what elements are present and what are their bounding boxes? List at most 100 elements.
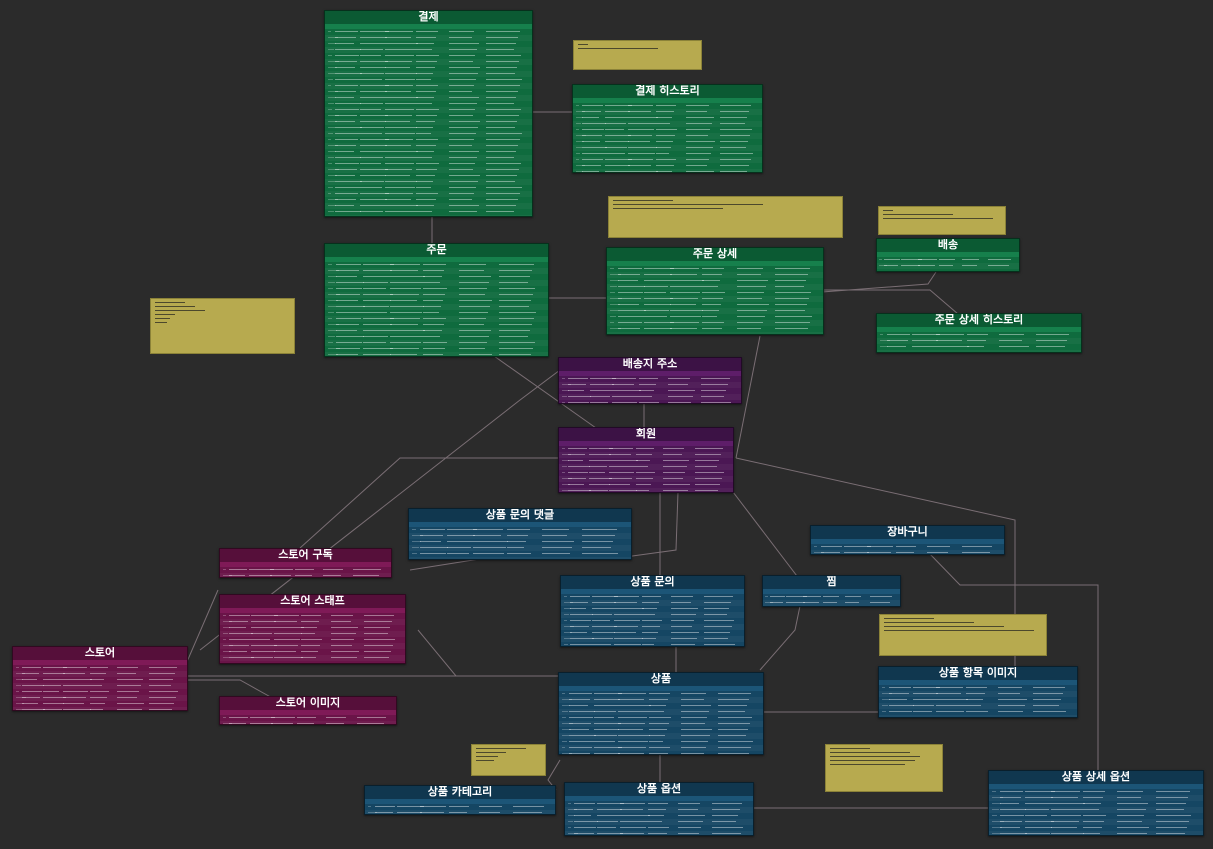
cell-text (720, 159, 751, 160)
cell-text (1155, 821, 1189, 822)
cell-text (720, 105, 751, 106)
cell-text (458, 318, 486, 319)
cell-text (617, 310, 646, 311)
table-row[interactable] (220, 721, 396, 724)
table-row[interactable] (365, 810, 555, 814)
table-header[interactable]: 주문 상세 (607, 248, 823, 261)
memo-note[interactable] (879, 614, 1047, 656)
table-shipping-address[interactable]: 배송지 주소 (558, 357, 742, 404)
table-row[interactable] (559, 400, 741, 403)
table-row[interactable] (559, 488, 733, 492)
table-header[interactable]: 상품 (559, 673, 763, 686)
table-member[interactable]: 회원 (558, 427, 734, 493)
table-header[interactable]: 상품 카테고리 (365, 786, 555, 799)
table-row[interactable] (573, 169, 762, 172)
table-row[interactable] (879, 715, 1077, 717)
table-header[interactable]: 배송지 주소 (559, 358, 741, 371)
table-row[interactable] (763, 606, 900, 607)
table-header[interactable]: 회원 (559, 428, 733, 441)
table-product-detail-option[interactable]: 상품 상세 옵션 (988, 770, 1204, 836)
table-header[interactable]: 스토어 이미지 (220, 697, 396, 710)
table-row[interactable] (561, 642, 744, 646)
table-order-detail-history[interactable]: 주문 상세 히스토리 (876, 313, 1082, 353)
cell-text (486, 85, 520, 86)
cell-text (385, 97, 418, 98)
cell-text (229, 645, 249, 646)
table-product-category[interactable]: 상품 카테고리 (364, 785, 556, 815)
table-row[interactable] (13, 707, 187, 710)
table-delivery[interactable]: 배송 (876, 238, 1020, 272)
table-title: 상품 (650, 672, 672, 685)
table-order[interactable]: 주문 (324, 243, 549, 357)
link-detail-history (822, 289, 959, 315)
memo-note[interactable] (150, 298, 295, 354)
table-header[interactable]: 찜 (763, 576, 900, 589)
memo-note[interactable] (471, 744, 546, 776)
cell-text (639, 390, 655, 391)
cell-text (887, 340, 908, 341)
table-row[interactable] (989, 831, 1203, 835)
cell-text (360, 145, 388, 146)
table-row[interactable] (877, 350, 1081, 352)
table-store[interactable]: 스토어 (12, 646, 188, 711)
table-row[interactable] (559, 751, 763, 754)
table-header[interactable]: 상품 항목 이미지 (879, 667, 1077, 680)
memo-note[interactable] (878, 206, 1006, 235)
table-header[interactable]: 장바구니 (811, 526, 1004, 539)
cell-text (912, 699, 937, 700)
table-header[interactable]: 주문 상세 히스토리 (877, 314, 1081, 327)
table-order-detail[interactable]: 주문 상세 (606, 247, 824, 335)
cell-text (273, 615, 299, 616)
table-header[interactable]: 스토어 (13, 647, 187, 660)
cell-text (416, 181, 433, 182)
table-header[interactable]: 스토어 스태프 (220, 595, 405, 608)
table-payment-history[interactable]: 결제 히스토리 (572, 84, 763, 173)
cell-text (360, 121, 387, 122)
memo-note[interactable] (825, 744, 943, 792)
cell-text (879, 259, 883, 260)
cell-text (269, 569, 293, 570)
erd-canvas[interactable]: 결제결제 히스토리주문 주문 상세 배송주문 상세 히스토리배송지 주소회원상품 문… (0, 0, 1213, 849)
table-row[interactable] (877, 269, 1019, 272)
table-header[interactable]: 결제 히스토리 (573, 85, 762, 98)
table-wishlist[interactable]: 찜 (762, 575, 901, 607)
cell-text (593, 753, 621, 754)
table-row[interactable] (565, 831, 753, 835)
table-product-option[interactable]: 상품 옵션 (564, 782, 754, 836)
table-cart[interactable]: 장바구니 (810, 525, 1005, 555)
table-payment[interactable]: 결제 (324, 10, 533, 217)
table-product-inquiry[interactable]: 상품 문의 (560, 575, 745, 647)
table-header[interactable]: 스토어 구독 (220, 549, 391, 562)
cell-text (988, 271, 1007, 272)
table-row[interactable] (325, 352, 548, 356)
memo-note[interactable] (608, 196, 843, 238)
table-header[interactable]: 상품 옵션 (565, 783, 753, 796)
table-product-inquiry-comment[interactable]: 상품 문의 댓글 (408, 508, 632, 560)
table-header[interactable]: 배송 (877, 239, 1019, 252)
table-header[interactable]: 상품 문의 (561, 576, 744, 589)
table-store-staff[interactable]: 스토어 스태프 (219, 594, 406, 664)
cell-text (335, 205, 355, 206)
cell-text (416, 145, 436, 146)
table-header[interactable]: 상품 문의 댓글 (409, 509, 631, 522)
table-row[interactable] (811, 550, 1004, 554)
table-row[interactable] (409, 557, 631, 559)
cell-text (593, 729, 620, 730)
table-store-subscription[interactable]: 스토어 구독 (219, 548, 392, 578)
table-header[interactable]: 결제 (325, 11, 532, 24)
table-header[interactable]: 주문 (325, 244, 548, 257)
table-row[interactable] (607, 332, 823, 334)
table-row[interactable] (220, 573, 391, 577)
table-store-image[interactable]: 스토어 이미지 (219, 696, 397, 725)
memo-note[interactable] (573, 40, 702, 70)
cell-text (362, 348, 393, 349)
cell-text (567, 478, 586, 479)
cell-text (610, 322, 614, 323)
cell-text (416, 169, 437, 170)
table-product[interactable]: 상품 (558, 672, 764, 755)
table-product-list-image[interactable]: 상품 항목 이미지 (878, 666, 1078, 718)
table-row[interactable] (220, 661, 405, 663)
cell-text (635, 448, 655, 449)
table-header[interactable]: 상품 상세 옵션 (989, 771, 1203, 784)
table-row[interactable] (325, 215, 532, 216)
